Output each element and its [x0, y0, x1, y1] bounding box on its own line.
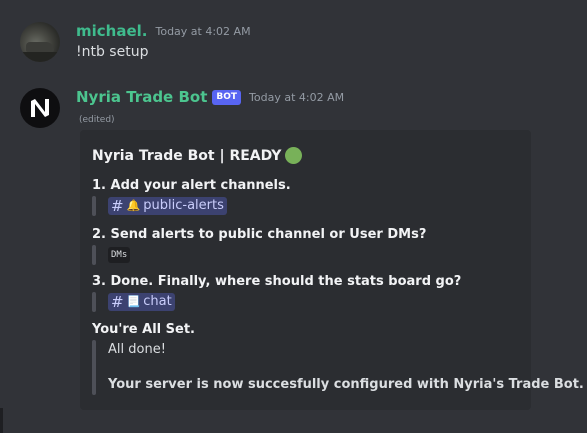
- blockquote-bar: [92, 196, 96, 216]
- field-name: 3. Done. Finally, where should the stats…: [92, 274, 462, 289]
- embed-title: Nyria Trade Bot | READY: [92, 147, 303, 164]
- channel-mention-public-alerts[interactable]: # 🔔 public-alerts: [108, 197, 227, 215]
- blockquote-bar: [92, 292, 96, 312]
- edge-divider: [0, 408, 3, 433]
- avatar-ground: [20, 52, 60, 62]
- inline-code: DMs: [108, 247, 131, 263]
- channel-mention-chat[interactable]: # 📃 chat: [108, 293, 175, 311]
- nyria-logo-icon: [31, 99, 49, 117]
- bell-icon: 🔔: [126, 199, 141, 212]
- channel-hash-icon: #: [111, 293, 124, 311]
- page-icon: 📃: [126, 295, 141, 308]
- embed: Nyria Trade Bot | READY 1. Add your aler…: [80, 130, 584, 410]
- quote-line-bold: Your server is now succesfully configure…: [108, 377, 584, 392]
- bot-badge: BOT: [212, 89, 242, 105]
- username[interactable]: michael.: [76, 22, 147, 40]
- message-timestamp: Today at 4:02 AM: [249, 90, 345, 104]
- car-photo-avatar: [26, 42, 54, 52]
- message-header: Nyria Trade Bot BOT Today at 4:02 AM: [76, 88, 344, 106]
- quote-line: All done!: [108, 342, 166, 357]
- blockquote-bar: [92, 340, 96, 395]
- bot-avatar[interactable]: [20, 88, 60, 128]
- message-content: !ntb setup: [76, 44, 149, 60]
- field-name: You're All Set.: [92, 322, 195, 337]
- green-circle-icon: [285, 147, 303, 164]
- field-name: 2. Send alerts to public channel or User…: [92, 227, 427, 242]
- blockquote-bar: [92, 245, 96, 265]
- message-timestamp: Today at 4:02 AM: [155, 24, 251, 38]
- embed-title-text: Nyria Trade Bot | READY: [92, 147, 282, 164]
- edited-label: (edited): [79, 115, 115, 125]
- user-avatar[interactable]: [20, 22, 60, 62]
- channel-label: chat: [143, 294, 172, 309]
- channel-label: public-alerts: [143, 198, 224, 213]
- bot-username[interactable]: Nyria Trade Bot: [76, 88, 207, 106]
- message-header: michael. Today at 4:02 AM: [76, 22, 251, 40]
- field-name: 1. Add your alert channels.: [92, 178, 291, 193]
- channel-hash-icon: #: [111, 197, 124, 215]
